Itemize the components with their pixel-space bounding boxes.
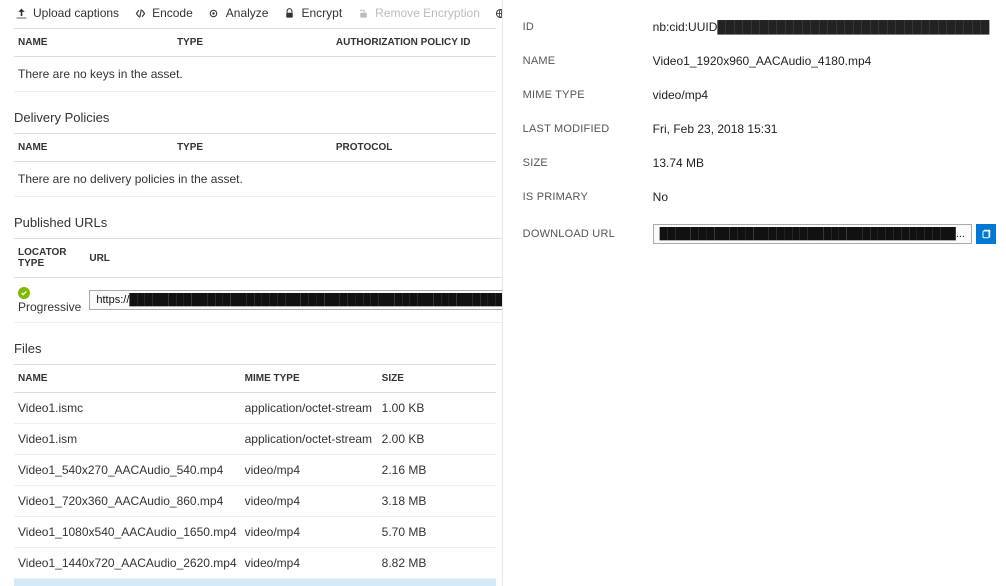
published-table: LOCATOR TYPE URL Progressive https://███… <box>14 238 503 323</box>
file-size-cell: 1.00 KB <box>378 393 496 424</box>
upload-captions-button[interactable]: Upload captions <box>14 6 119 20</box>
keys-table: NAME TYPE AUTHORIZATION POLICY ID There … <box>14 28 496 92</box>
table-row[interactable]: Video1_540x270_AACAudio_540.mp4video/mp4… <box>14 455 496 486</box>
table-row[interactable]: Video1.ismapplication/octet-stream2.00 K… <box>14 424 496 455</box>
detail-id-label: ID <box>523 21 653 33</box>
file-name-cell: Video1_1080x540_AACAudio_1650.mp4 <box>14 517 241 548</box>
published-url-input[interactable]: https://████████████████████████████████… <box>89 290 502 310</box>
copy-download-url-button[interactable] <box>976 224 996 244</box>
table-row[interactable]: Video1.ismcapplication/octet-stream1.00 … <box>14 393 496 424</box>
published-th-locator: LOCATOR TYPE <box>14 239 85 278</box>
detail-name-value: Video1_1920x960_AACAudio_4180.mp4 <box>653 54 996 68</box>
detail-downloadurl-label: DOWNLOAD URL <box>523 228 653 240</box>
encode-label: Encode <box>152 6 193 20</box>
file-name-cell: Video1_1920x960_AACAudio_4180.mp4 <box>14 579 241 586</box>
file-mime-cell: video/mp4 <box>241 517 378 548</box>
file-size-cell: 3.18 MB <box>378 486 496 517</box>
table-row[interactable]: Video1_720x360_AACAudio_860.mp4video/mp4… <box>14 486 496 517</box>
delivery-policies-title: Delivery Policies <box>14 110 496 125</box>
file-size-cell: 2.00 KB <box>378 424 496 455</box>
files-th-mime: MIME TYPE <box>241 365 378 393</box>
encode-button[interactable]: Encode <box>133 6 193 20</box>
download-url-input[interactable]: ██████████████████████████████████████..… <box>653 224 972 244</box>
delivery-th-name: NAME <box>14 134 173 162</box>
publish-button[interactable]: Publish <box>494 6 503 20</box>
files-title: Files <box>14 341 496 356</box>
detail-id-value: nb:cid:UUID█████████████████████████████… <box>653 20 996 34</box>
file-name-cell: Video1_540x270_AACAudio_540.mp4 <box>14 455 241 486</box>
detail-name-row: NAME Video1_1920x960_AACAudio_4180.mp4 <box>523 44 996 78</box>
file-name-cell: Video1_720x360_AACAudio_860.mp4 <box>14 486 241 517</box>
file-size-cell: 13.74 MB <box>378 579 496 586</box>
file-mime-cell: video/mp4 <box>241 455 378 486</box>
detail-mime-row: MIME TYPE video/mp4 <box>523 78 996 112</box>
encrypt-label: Encrypt <box>301 6 342 20</box>
keys-th-type: TYPE <box>173 29 332 57</box>
detail-downloadurl-value: ██████████████████████████████████████..… <box>653 224 996 244</box>
delivery-empty: There are no delivery policies in the as… <box>14 162 496 197</box>
upload-icon <box>14 6 28 20</box>
file-mime-cell: application/octet-stream <box>241 393 378 424</box>
detail-size-label: SIZE <box>523 157 653 169</box>
detail-size-row: SIZE 13.74 MB <box>523 146 996 180</box>
keys-empty: There are no keys in the asset. <box>14 57 496 92</box>
detail-downloadurl-row: DOWNLOAD URL ███████████████████████████… <box>523 214 996 254</box>
published-locator-cell: Progressive <box>14 278 85 323</box>
detail-lastmod-label: LAST MODIFIED <box>523 123 653 135</box>
files-th-name: NAME <box>14 365 241 393</box>
published-locator-label: Progressive <box>18 300 81 314</box>
files-th-size: SIZE <box>378 365 496 393</box>
file-size-cell: 2.16 MB <box>378 455 496 486</box>
detail-name-label: NAME <box>523 55 653 67</box>
success-icon <box>18 287 30 299</box>
globe-icon <box>494 6 503 20</box>
encode-icon <box>133 6 147 20</box>
table-row[interactable]: Video1_1080x540_AACAudio_1650.mp4video/m… <box>14 517 496 548</box>
left-panel: Upload captions Encode Analyze Encrypt R… <box>0 0 503 586</box>
file-name-cell: Video1_1440x720_AACAudio_2620.mp4 <box>14 548 241 579</box>
upload-captions-label: Upload captions <box>33 6 119 20</box>
analyze-label: Analyze <box>226 6 269 20</box>
lock-icon <box>282 6 296 20</box>
file-name-cell: Video1.ismc <box>14 393 241 424</box>
file-size-cell: 5.70 MB <box>378 517 496 548</box>
file-mime-cell: video/mp4 <box>241 579 378 586</box>
published-row[interactable]: Progressive https://████████████████████… <box>14 278 503 323</box>
delivery-th-protocol: PROTOCOL <box>332 134 496 162</box>
detail-isprimary-value: No <box>653 190 996 204</box>
analyze-button[interactable]: Analyze <box>207 6 269 20</box>
table-row[interactable]: Video1_1920x960_AACAudio_4180.mp4video/m… <box>14 579 496 586</box>
remove-encryption-label: Remove Encryption <box>375 6 480 20</box>
keys-th-name: NAME <box>14 29 173 57</box>
files-table: NAME MIME TYPE SIZE Video1.ismcapplicati… <box>14 364 496 586</box>
delivery-th-type: TYPE <box>173 134 332 162</box>
file-mime-cell: application/octet-stream <box>241 424 378 455</box>
encrypt-button[interactable]: Encrypt <box>282 6 342 20</box>
right-panel: ID nb:cid:UUID██████████████████████████… <box>503 0 1006 586</box>
file-mime-cell: video/mp4 <box>241 486 378 517</box>
delivery-table: NAME TYPE PROTOCOL There are no delivery… <box>14 133 496 197</box>
detail-lastmod-value: Fri, Feb 23, 2018 15:31 <box>653 122 996 136</box>
analyze-icon <box>207 6 221 20</box>
detail-lastmod-row: LAST MODIFIED Fri, Feb 23, 2018 15:31 <box>523 112 996 146</box>
keys-th-auth: AUTHORIZATION POLICY ID <box>332 29 496 57</box>
detail-id-row: ID nb:cid:UUID██████████████████████████… <box>523 10 996 44</box>
toolbar: Upload captions Encode Analyze Encrypt R… <box>14 0 496 28</box>
file-name-cell: Video1.ism <box>14 424 241 455</box>
published-urls-title: Published URLs <box>14 215 496 230</box>
file-mime-cell: video/mp4 <box>241 548 378 579</box>
detail-mime-label: MIME TYPE <box>523 89 653 101</box>
detail-size-value: 13.74 MB <box>653 156 996 170</box>
detail-mime-value: video/mp4 <box>653 88 996 102</box>
file-size-cell: 8.82 MB <box>378 548 496 579</box>
detail-isprimary-row: IS PRIMARY No <box>523 180 996 214</box>
detail-isprimary-label: IS PRIMARY <box>523 191 653 203</box>
published-url-cell: https://████████████████████████████████… <box>85 278 502 323</box>
unlock-icon <box>356 6 370 20</box>
table-row[interactable]: Video1_1440x720_AACAudio_2620.mp4video/m… <box>14 548 496 579</box>
published-th-url: URL <box>85 239 502 278</box>
remove-encryption-button: Remove Encryption <box>356 6 480 20</box>
